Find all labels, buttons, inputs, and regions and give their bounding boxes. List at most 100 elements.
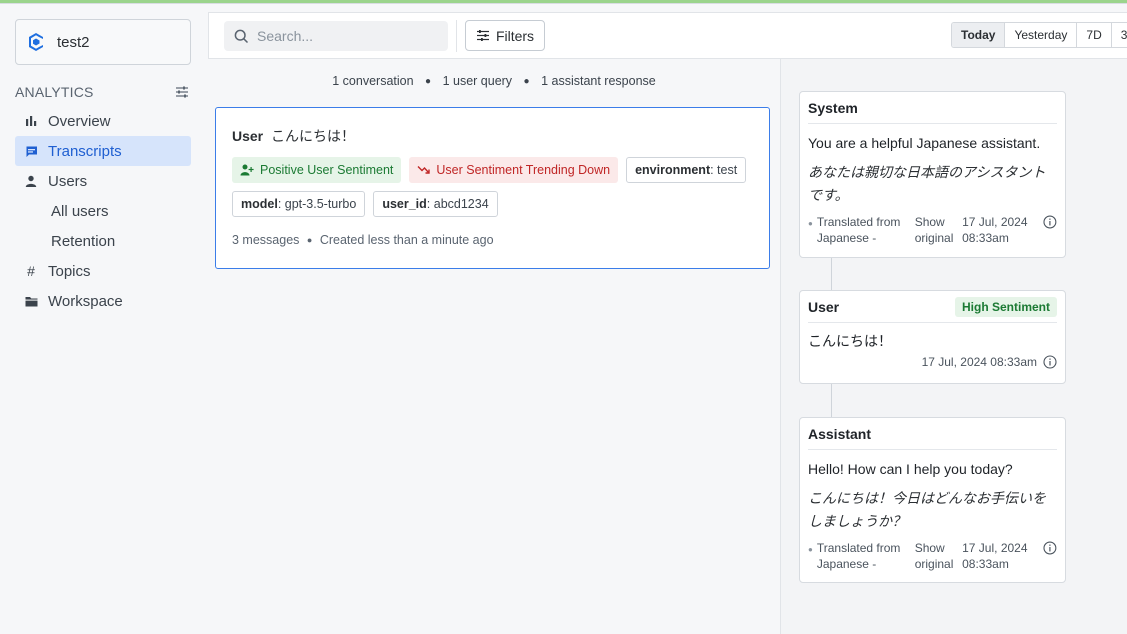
info-icon[interactable] [1043,355,1057,369]
conversation-role: User [232,128,264,144]
globe-icon: ● [808,545,813,554]
tag-key: environment [635,163,711,177]
message-header: User High Sentiment [808,291,1057,323]
stat-conversations: 1 conversation [332,74,414,88]
message-header: System [808,92,1057,124]
stat-separator: ● [523,76,530,87]
tag-value: : gpt-3.5-turbo [277,197,357,211]
sidebar-item-users[interactable]: Users [15,166,191,196]
tag-text: environment: test [635,163,737,177]
message-original-text: あなたは親切な日本語のアシスタントです。 [808,165,1046,204]
message-original-text: こんにちは！今日はどんなお手伝いをしましょうか？ [808,491,1046,530]
message-text: Hello! How can I help you today? [808,461,1013,477]
filters-label: Filters [495,27,535,44]
message-role: Assistant [808,425,872,442]
toolbar-divider [456,20,457,52]
message-card-assistant: Assistant Hello! How can I help you toda… [799,417,1066,583]
filters-button[interactable]: Filters [465,20,545,51]
environment-tag[interactable]: environment: test [626,157,747,183]
project-name: test2 [57,33,90,51]
user-add-icon [240,164,254,176]
stat-separator: ● [425,76,432,87]
sidebar-item-label: All users [51,202,109,220]
message-count: 3 messages [232,233,300,247]
tag-key: user_id [382,197,427,211]
message-connector [831,258,832,290]
app-logo-icon [29,33,43,51]
trending-down-label: User Sentiment Trending Down [436,163,611,177]
model-tag[interactable]: model: gpt-3.5-turbo [232,191,366,217]
globe-icon: ● [808,219,813,228]
tag-key: model [241,197,278,211]
sidebar-item-workspace[interactable]: Workspace [15,286,191,316]
settings-sliders-icon[interactable] [175,85,189,99]
sidebar-item-retention[interactable]: Retention [15,226,191,256]
message-role: System [808,99,858,116]
tag-text: user_id: abcd1234 [382,197,488,211]
message-footer: ● Translated from Japanese - Show origin… [808,214,1057,246]
sidebar-item-topics[interactable]: # Topics [15,256,191,286]
sidebar-item-all-users[interactable]: All users [15,196,191,226]
sidebar-item-overview[interactable]: Overview [15,106,191,136]
translated-from-label: Translated from Japanese - [816,215,901,245]
translated-from: ● Translated from Japanese - [808,214,915,246]
range-today-button[interactable]: Today [952,23,1006,47]
sidebar-item-label: Users [48,172,88,190]
analytics-section-header: ANALYTICS [15,82,191,102]
sidebar-item-label: Retention [51,232,116,250]
search-box[interactable] [224,21,448,51]
hash-icon: # [27,263,35,279]
message-card-system: System You are a helpful Japanese assist… [799,91,1066,258]
stat-user-queries: 1 user query [442,74,513,88]
message-text: You are a helpful Japanese assistant. [808,135,1041,151]
high-sentiment-badge: High Sentiment [954,296,1057,317]
info-icon[interactable] [1043,541,1057,555]
sidebar-item-label: Topics [48,262,91,280]
tag-text: model: gpt-3.5-turbo [241,197,356,211]
sidebar-item-label: Workspace [48,292,123,310]
tag-value: : abcd1234 [426,197,489,211]
positive-sentiment-tag[interactable]: Positive User Sentiment [232,157,402,183]
message-role: User [808,298,840,315]
meta-separator: ● [306,235,313,245]
message-timestamp: 17 Jul, 2024 08:33am [962,541,1028,571]
message-header: Assistant [808,418,1057,450]
message-text: こんにちは！ [808,334,892,350]
project-switcher[interactable]: test2 [15,19,191,65]
stat-assistant-responses: 1 assistant response [541,74,656,88]
sidebar-item-label: Transcripts [48,142,122,160]
message-timestamp: 17 Jul, 2024 08:33am [921,355,1037,369]
trending-down-tag[interactable]: User Sentiment Trending Down [409,157,619,183]
folder-icon [24,294,38,308]
user-icon [24,174,38,188]
conversation-title: User こんにちは！ [232,126,355,146]
section-title: ANALYTICS [15,84,94,100]
trending-down-icon [417,166,431,174]
search-input[interactable] [257,28,437,44]
show-original-link[interactable]: Show original [915,214,962,246]
message-card-user: User High Sentiment こんにちは！ 17 Jul, 2024 … [799,290,1066,384]
sidebar-item-transcripts[interactable]: Transcripts [15,136,191,166]
translated-from-label: Translated from Japanese - [816,541,901,571]
message-footer: ● Translated from Japanese - Show origin… [808,540,1057,572]
show-original-link[interactable]: Show original [915,540,962,572]
created-time: Created less than a minute ago [319,233,494,247]
toolbar: Filters Today Yesterday 7D 3 [208,12,1127,59]
message-connector [831,384,832,417]
search-icon [234,29,249,43]
range-yesterday-button[interactable]: Yesterday [1005,23,1078,47]
positive-sentiment-label: Positive User Sentiment [260,163,394,177]
conversation-tags: Positive User Sentiment User Sentiment T… [232,157,757,217]
sidebar: test2 ANALYTICS Overview Transcripts Use… [0,4,200,634]
filter-sliders-icon [476,30,489,41]
info-icon[interactable] [1043,215,1057,229]
range-3-button[interactable]: 3 [1111,23,1127,47]
message-footer: 17 Jul, 2024 08:33am [808,354,1057,370]
user-id-tag[interactable]: user_id: abcd1234 [373,191,498,217]
message-timestamp: 17 Jul, 2024 08:33am [962,215,1028,245]
sidebar-item-label: Overview [48,112,111,130]
range-7d-button[interactable]: 7D [1077,23,1112,47]
conversation-card[interactable]: User こんにちは！ Positive User Sentiment User… [215,107,770,269]
date-range-selector: Today Yesterday 7D 3 [951,22,1127,48]
conversation-stats: 1 conversation ● 1 user query ● 1 assist… [208,74,780,88]
